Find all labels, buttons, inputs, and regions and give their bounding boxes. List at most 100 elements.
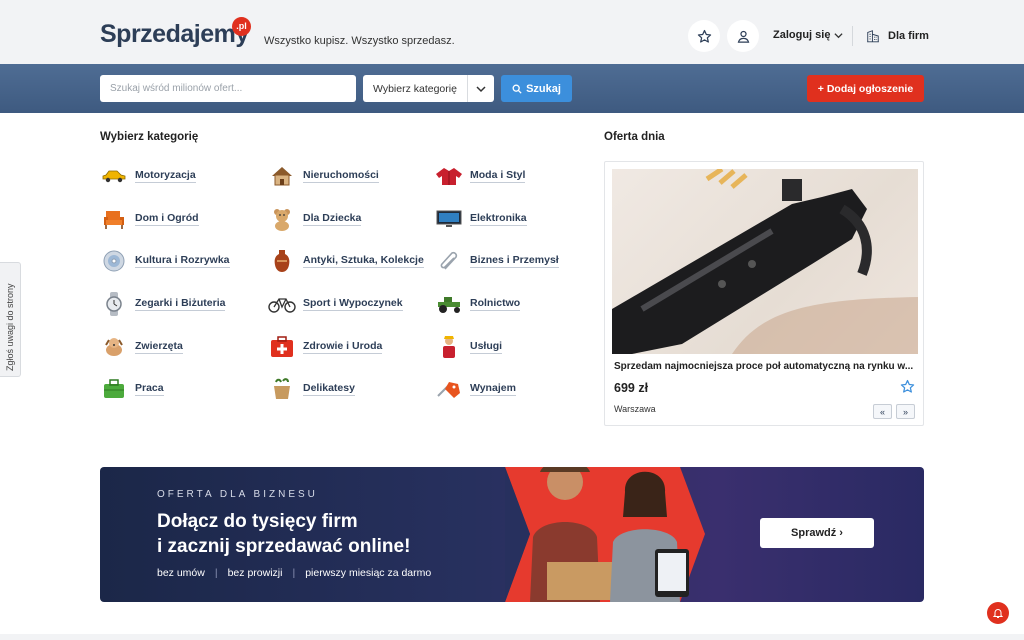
business-banner[interactable]: OFERTA DLA BIZNESU Dołącz do tysięcy fir… (100, 467, 924, 602)
site-logo[interactable]: Sprzedajemy (100, 20, 249, 49)
footer-strip (0, 634, 1024, 640)
category-label: Praca (135, 382, 164, 396)
category-dom-i-ogrod[interactable]: Dom i Ogród (100, 206, 199, 232)
banner-eyebrow: OFERTA DLA BIZNESU (157, 489, 318, 500)
banner-people-image (505, 467, 705, 602)
login-dropdown[interactable]: Zaloguj się (773, 29, 844, 41)
category-nieruchomosci[interactable]: Nieruchomości (268, 163, 379, 189)
category-label: Usługi (470, 340, 503, 354)
perk-separator: | (214, 567, 218, 579)
category-select[interactable]: Wybierz kategorię (363, 75, 494, 102)
feedback-tab[interactable]: Zgłoś uwagi do strony (0, 262, 21, 377)
category-label: Biznes i Przemysł (470, 254, 559, 268)
category-label: Sport i Wypoczynek (303, 297, 403, 311)
add-listing-button[interactable]: + Dodaj ogłoszenie (807, 75, 924, 102)
category-label: Elektronika (470, 212, 527, 226)
for-business-link[interactable]: Dla firm (866, 29, 929, 43)
category-dla-dziecka[interactable]: Dla Dziecka (268, 206, 362, 232)
disc-icon (100, 248, 128, 274)
worker-icon (435, 334, 463, 360)
offer-favorite-button[interactable] (900, 379, 915, 399)
category-motoryzacja[interactable]: Motoryzacja (100, 163, 196, 189)
category-wynajem[interactable]: Wynajem (435, 376, 516, 402)
tractor-icon (435, 291, 463, 317)
offer-next-button[interactable]: » (896, 404, 915, 419)
offer-of-day-title: Oferta dnia (604, 131, 665, 143)
login-label: Zaloguj się (773, 29, 831, 41)
for-business-label: Dla firm (888, 30, 929, 42)
armchair-icon (100, 206, 128, 232)
category-biznes-i-przemysl[interactable]: Biznes i Przemysł (435, 248, 559, 274)
category-rolnictwo[interactable]: Rolnictwo (435, 291, 521, 317)
star-icon (900, 379, 915, 393)
banner-perks: bez umów | bez prowizji | pierwszy miesi… (157, 567, 431, 579)
favorites-button[interactable] (688, 20, 720, 52)
category-moda-i-styl[interactable]: Moda i Styl (435, 163, 526, 189)
category-zegarki[interactable]: Zegarki i Biżuteria (100, 291, 226, 317)
key-tag-icon (435, 376, 463, 402)
building-icon (867, 30, 879, 43)
category-antyki[interactable]: Antyki, Sztuka, Kolekcje (268, 248, 424, 274)
category-select-label: Wybierz kategorię (373, 82, 457, 95)
paperclip-icon (435, 248, 463, 274)
search-button[interactable]: Szukaj (501, 75, 572, 102)
banner-headline: Dołącz do tysięcy firm i zacznij sprzeda… (157, 509, 410, 559)
bell-icon (992, 609, 1004, 618)
teddy-bear-icon (268, 206, 296, 232)
category-praca[interactable]: Praca (100, 376, 164, 402)
perk-separator: | (292, 567, 296, 579)
chevron-down-icon (476, 85, 486, 92)
banner-perk: pierwszy miesiąc za darmo (305, 567, 432, 579)
watch-icon (100, 291, 128, 317)
category-label: Zdrowie i Uroda (303, 340, 383, 354)
search-icon (512, 84, 522, 94)
offer-prev-button[interactable]: « (873, 404, 892, 419)
category-select-arrow[interactable] (467, 75, 494, 102)
category-sport[interactable]: Sport i Wypoczynek (268, 291, 403, 317)
category-uslugi[interactable]: Usługi (435, 334, 503, 360)
search-input[interactable] (100, 75, 356, 102)
category-label: Wynajem (470, 382, 516, 396)
offer-price: 699 zł (614, 381, 649, 395)
car-icon (100, 163, 128, 189)
category-label: Dla Dziecka (303, 212, 362, 226)
category-zdrowie[interactable]: Zdrowie i Uroda (268, 334, 383, 360)
category-label: Motoryzacja (135, 169, 196, 183)
search-button-label: Szukaj (526, 82, 561, 95)
category-label: Delikatesy (303, 382, 355, 396)
offer-title[interactable]: Sprzedam najmocniejsza proce poł automat… (614, 361, 914, 372)
category-label: Kultura i Rozrywka (135, 254, 230, 268)
star-icon (697, 29, 711, 43)
category-delikatesy[interactable]: Delikatesy (268, 376, 355, 402)
banner-perk: bez umów (157, 567, 205, 579)
notification-button[interactable] (987, 602, 1009, 624)
category-label: Moda i Styl (470, 169, 526, 183)
category-label: Rolnictwo (470, 297, 521, 311)
offer-location: Warszawa (614, 404, 656, 414)
tv-icon (435, 206, 463, 232)
category-kultura-i-rozrywka[interactable]: Kultura i Rozrywka (100, 248, 230, 274)
briefcase-icon (100, 376, 128, 402)
account-button[interactable] (727, 20, 759, 52)
grocery-bag-icon (268, 376, 296, 402)
vase-icon (268, 248, 296, 274)
banner-check-button[interactable]: Sprawdź › (760, 518, 874, 548)
bicycle-icon (268, 291, 296, 317)
banner-perk: bez prowizji (227, 567, 283, 579)
category-label: Antyki, Sztuka, Kolekcje (303, 254, 424, 268)
category-zwierzeta[interactable]: Zwierzęta (100, 334, 183, 360)
category-label: Zegarki i Biżuteria (135, 297, 226, 311)
category-label: Nieruchomości (303, 169, 379, 183)
dog-icon (100, 334, 128, 360)
jacket-icon (435, 163, 463, 189)
offer-image[interactable] (612, 169, 918, 354)
house-icon (268, 163, 296, 189)
category-elektronika[interactable]: Elektronika (435, 206, 527, 232)
banner-headline-line-1: Dołącz do tysięcy firm (157, 511, 358, 532)
category-label: Zwierzęta (135, 340, 183, 354)
categories-title: Wybierz kategorię (100, 131, 199, 143)
user-icon (737, 30, 749, 43)
chevron-down-icon (834, 32, 844, 38)
header-divider (852, 26, 853, 46)
offer-card[interactable]: Sprzedam najmocniejsza proce poł automat… (604, 161, 924, 426)
